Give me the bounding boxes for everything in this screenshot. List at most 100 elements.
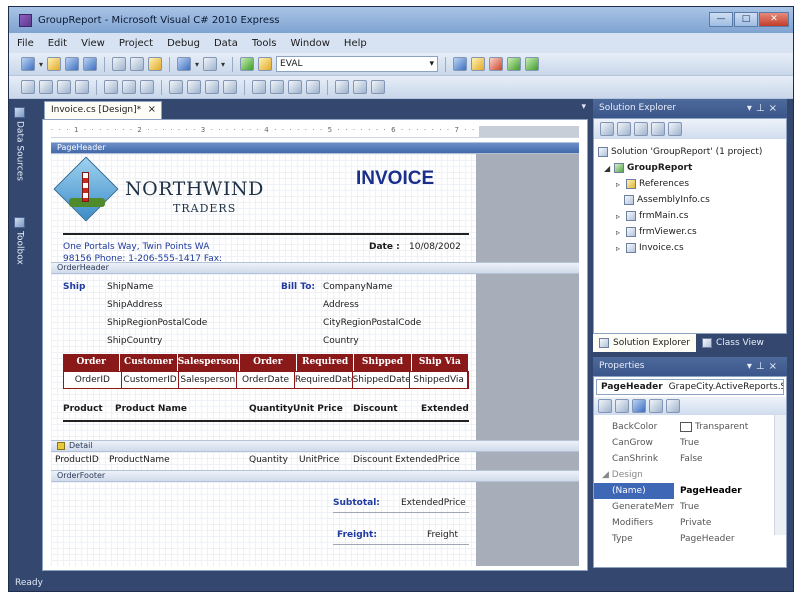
band-detail[interactable]: Detail [51,440,579,452]
col-product[interactable]: Product [63,404,103,414]
object-browser-icon[interactable] [507,57,522,71]
tree-item-invoice[interactable]: ▹ Invoice.cs [616,243,684,253]
salesperson-header-cell[interactable]: Salesperson [178,354,240,371]
menu-tools[interactable]: Tools [252,38,277,49]
product-id-field[interactable]: ProductID [55,455,99,465]
menu-debug[interactable]: Debug [167,38,200,49]
quantity-field[interactable]: Quantity [249,455,288,465]
maximize-button[interactable]: □ [734,12,758,27]
unit-price-field[interactable]: UnitPrice [299,455,339,465]
zoom-icon[interactable] [21,80,35,94]
subtotal-field[interactable]: ExtendedPrice [401,498,466,508]
menu-window[interactable]: Window [290,38,329,49]
order-date-cell[interactable]: OrderDate [237,372,295,388]
col-quantity[interactable]: Quantity [249,404,293,414]
align-right-icon[interactable] [75,80,89,94]
date-value[interactable]: 10/08/2002 [409,242,461,252]
paste-icon[interactable] [148,57,163,71]
property-row-type[interactable]: Type PageHeader [594,531,770,547]
freight-label[interactable]: Freight: [337,530,377,540]
pin-icon[interactable]: ⊥ [756,361,769,372]
property-row-backcolor[interactable]: BackColor Transparent [594,419,770,435]
ship-via-header-cell[interactable]: Ship Via [412,354,469,371]
property-value[interactable]: Transparent [674,419,770,435]
tree-item-frmviewer[interactable]: ▹ frmViewer.cs [616,227,697,237]
show-all-files-icon[interactable] [617,122,631,136]
customer-header-cell[interactable]: Customer [120,354,178,371]
date-label[interactable]: Date : [369,242,400,252]
property-category-design[interactable]: ◢ Design [594,467,770,483]
bring-to-front-icon[interactable] [335,80,349,94]
col-unit-price[interactable]: Unit Price [293,404,343,414]
ship-label[interactable]: Ship [63,282,85,292]
properties-icon[interactable] [471,57,486,71]
align-middle-icon[interactable] [122,80,136,94]
header-divider-line[interactable] [63,233,469,235]
tab-solution-explorer[interactable]: Solution Explorer [593,334,696,352]
tree-item-references[interactable]: ▹ References [616,179,689,189]
ship-via-cell[interactable]: ShippedVia [410,372,469,388]
chevron-down-icon[interactable]: ▾ [747,103,756,114]
pin-icon[interactable]: ⊥ [756,103,769,114]
column-header-line[interactable] [63,420,469,422]
address-field[interactable]: Address [323,300,359,310]
property-value[interactable]: PageHeader [674,483,770,499]
collapse-icon[interactable]: ◢ [602,470,612,480]
horizontal-spacing-icon[interactable] [252,80,266,94]
customer-id-cell[interactable]: CustomerID [122,372,180,388]
subtotal-label[interactable]: Subtotal: [333,498,380,508]
collapse-icon[interactable]: ▹ [616,244,623,253]
properties-icon[interactable] [600,122,614,136]
align-center-icon[interactable] [57,80,71,94]
solution-explorer-icon[interactable] [453,57,468,71]
center-horizontally-icon[interactable] [288,80,302,94]
size-to-grid-icon[interactable] [223,80,237,94]
chevron-down-icon[interactable]: ▾ [221,60,225,69]
required-header-cell[interactable]: Required [297,354,355,371]
close-button[interactable]: ✕ [759,12,789,27]
col-discount[interactable]: Discount [353,404,398,414]
send-to-back-icon[interactable] [353,80,367,94]
discount-field[interactable]: Discount [353,455,393,465]
menu-edit[interactable]: Edit [48,38,67,49]
tree-item-assemblyinfo[interactable]: AssemblyInfo.cs [624,195,710,205]
property-pages-icon[interactable] [666,399,680,413]
required-date-cell[interactable]: RequiredDate [295,372,353,388]
tab-invoice-design[interactable]: Invoice.cs [Design]* × [44,101,162,119]
property-row-generatemember[interactable]: GenerateMemberTrue [594,499,770,515]
properties-view-icon[interactable] [632,399,646,413]
chevron-down-icon[interactable]: ▾ [195,60,199,69]
freight-field[interactable]: Freight [427,530,458,540]
band-order-header[interactable]: OrderHeader [51,262,579,274]
col-product-name[interactable]: Product Name [115,404,187,414]
order-id-cell[interactable]: OrderID [64,372,122,388]
property-row-modifiers[interactable]: Modifiers Private [594,515,770,531]
undo-icon[interactable] [177,57,192,71]
view-designer-icon[interactable] [668,122,682,136]
property-value[interactable]: False [674,451,770,467]
property-row-cangrow[interactable]: CanGrow True [594,435,770,451]
minimize-button[interactable]: — [709,12,733,27]
order-date-header-cell[interactable]: Order [240,354,297,371]
tree-item-frmmain[interactable]: ▹ frmMain.cs [616,211,688,221]
chevron-down-icon[interactable]: ▾ [39,60,43,69]
save-all-icon[interactable] [83,57,98,71]
categorized-icon[interactable] [598,399,612,413]
band-order-footer[interactable]: OrderFooter [51,470,579,482]
find-icon[interactable] [258,57,273,71]
same-width-icon[interactable] [169,80,183,94]
cut-icon[interactable] [112,57,127,71]
copy-icon[interactable] [130,57,145,71]
ship-country-field[interactable]: ShipCountry [107,336,162,346]
data-sources-tab[interactable]: Data Sources [14,107,25,181]
shipped-date-cell[interactable]: ShippedDate [353,372,411,388]
report-designer[interactable]: · · · 1 · · · · · · · 2 · · · · · · · 3 … [42,119,588,571]
chevron-down-icon[interactable]: ▾ [747,361,756,372]
view-code-icon[interactable] [651,122,665,136]
band-page-header[interactable]: PageHeader [51,142,579,154]
refresh-icon[interactable] [634,122,648,136]
property-value[interactable]: Private [674,515,770,531]
product-name-field[interactable]: ProductName [109,455,170,465]
tab-order-icon[interactable] [371,80,385,94]
menu-help[interactable]: Help [344,38,367,49]
